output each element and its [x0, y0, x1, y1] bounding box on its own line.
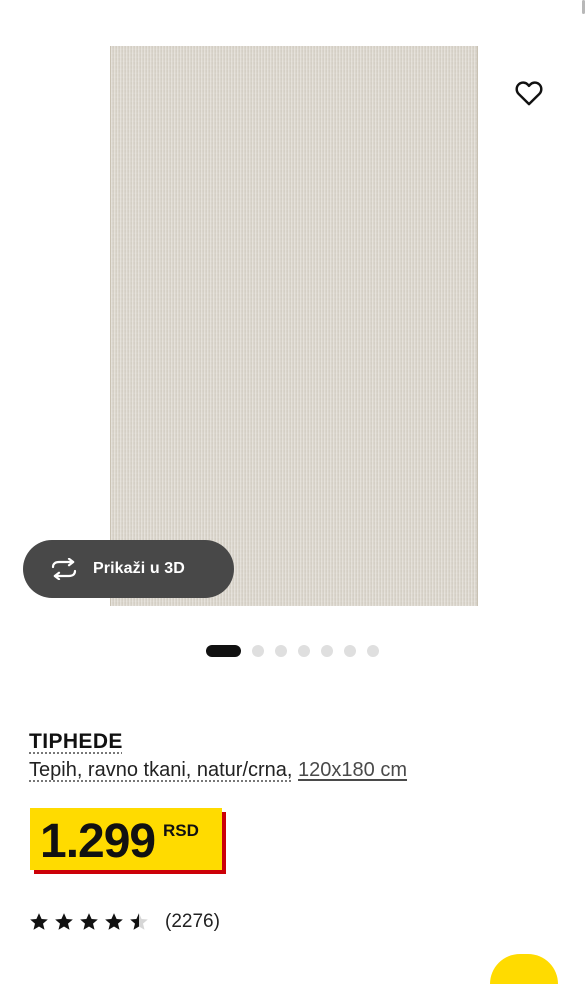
view-3d-button[interactable]: Prikaži u 3D — [23, 540, 234, 598]
price-tag: 1.299 RSD — [30, 808, 222, 870]
view-3d-label: Prikaži u 3D — [93, 560, 185, 577]
carousel-dot[interactable] — [367, 645, 379, 657]
product-rating[interactable]: (2276) — [29, 911, 220, 933]
price-currency: RSD — [163, 821, 199, 840]
rating-stars — [29, 912, 149, 932]
floating-action-button[interactable] — [490, 954, 558, 984]
star-half-icon — [130, 913, 148, 930]
product-description: Tepih, ravno tkani, natur/crna, 120x180 … — [29, 759, 407, 782]
star-full-icon — [105, 913, 123, 930]
product-image[interactable] — [110, 46, 478, 606]
star-full-icon — [30, 913, 48, 930]
carousel-dot[interactable] — [321, 645, 333, 657]
carousel-dot[interactable] — [275, 645, 287, 657]
price-value: 1.299 — [40, 815, 156, 868]
product-size-link[interactable]: 120x180 cm — [298, 759, 407, 781]
carousel-dot[interactable] — [344, 645, 356, 657]
carousel-dot[interactable] — [252, 645, 264, 657]
heart-icon — [515, 81, 543, 106]
rating-count: (2276) — [165, 911, 220, 932]
favorite-button[interactable] — [512, 76, 546, 110]
carousel-indicator[interactable] — [206, 645, 379, 657]
product-type: Tepih, ravno tkani, natur/crna, — [29, 759, 293, 781]
product-gallery[interactable]: Prikaži u 3D — [0, 0, 588, 680]
star-full-icon — [80, 913, 98, 930]
carousel-dot[interactable] — [298, 645, 310, 657]
product-name[interactable]: TIPHEDE — [29, 730, 123, 754]
star-full-icon — [55, 913, 73, 930]
carousel-dot-active[interactable] — [206, 645, 241, 657]
rotate-3d-icon — [49, 558, 79, 580]
